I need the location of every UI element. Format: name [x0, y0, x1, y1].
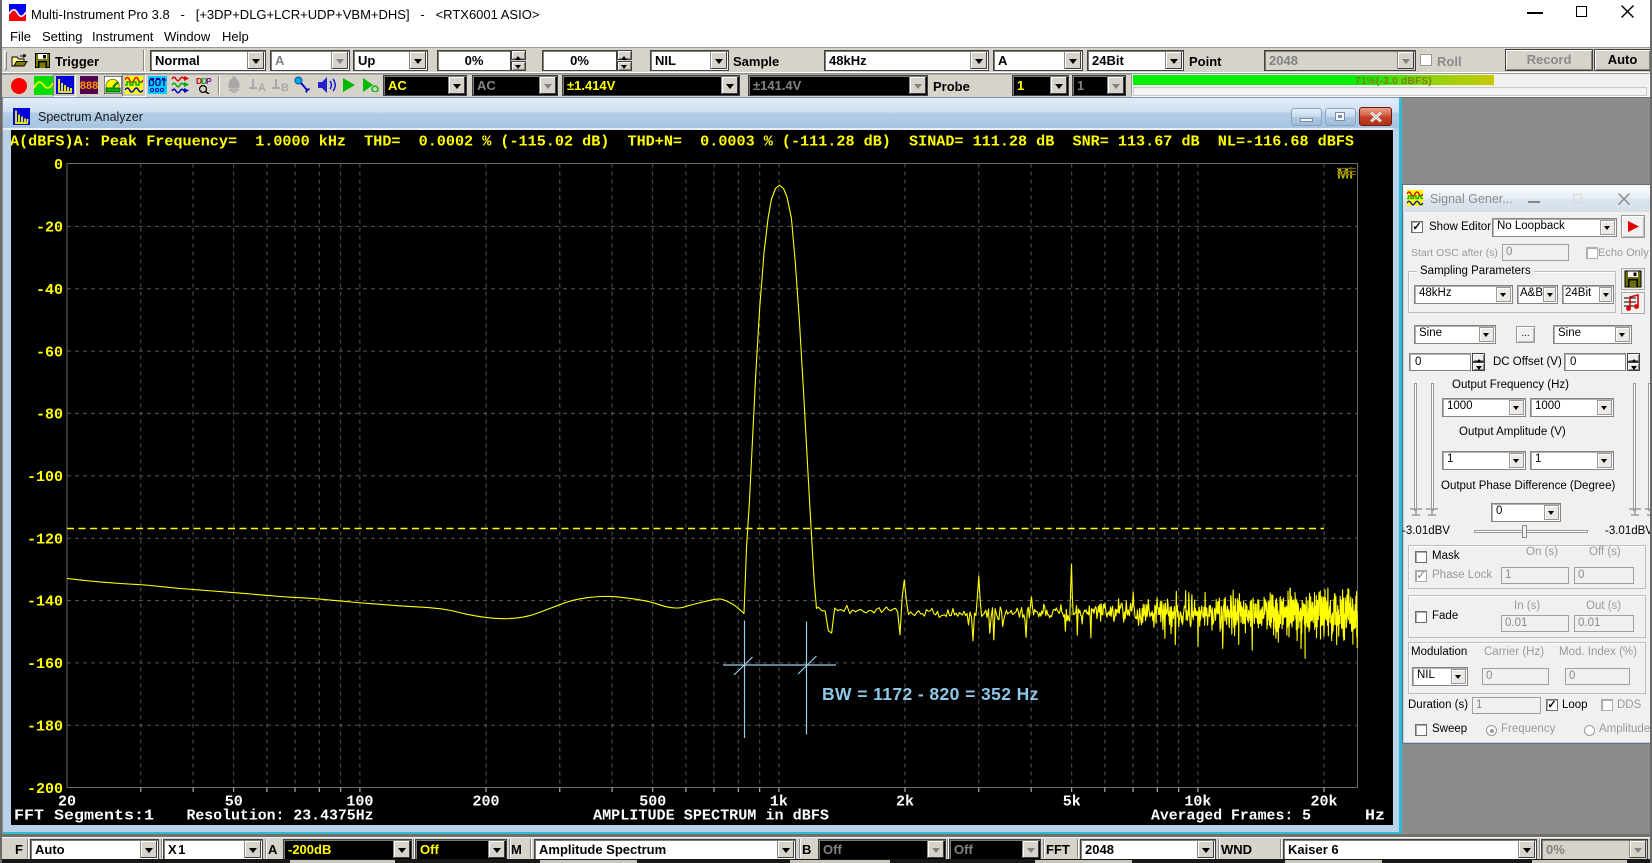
svg-text:A(dBFS)A: Peak Frequency= 1.0: A(dBFS)A: Peak Frequency= 1.0000 kHz THD… — [11, 134, 1354, 151]
svg-text:888: 888 — [80, 80, 98, 92]
svg-text:-40: -40 — [36, 282, 63, 299]
svg-text:2k: 2k — [896, 794, 914, 811]
svg-text:5k: 5k — [1063, 794, 1081, 811]
svg-text:A: A — [258, 82, 266, 94]
svg-text:200: 200 — [472, 794, 499, 811]
svg-text:Hz: Hz — [1365, 808, 1385, 825]
svg-text:FFT Segments:1: FFT Segments:1 — [14, 808, 154, 825]
svg-text:-100: -100 — [27, 469, 63, 486]
svg-text:BW = 1172 - 820 = 352 Hz: BW = 1172 - 820 = 352 Hz — [822, 684, 1039, 704]
svg-text:-160: -160 — [27, 656, 63, 673]
svg-text:Averaged Frames: 5: Averaged Frames: 5 — [1151, 808, 1311, 825]
svg-text:0: 0 — [54, 157, 63, 174]
svg-text:B: B — [281, 82, 289, 94]
svg-text:-20: -20 — [36, 220, 63, 237]
svg-text:Resolution: 23.4375Hz: Resolution: 23.4375Hz — [187, 808, 374, 825]
svg-text:P: P — [206, 76, 212, 86]
svg-text:-140: -140 — [27, 594, 63, 611]
svg-text:20k: 20k — [1310, 794, 1337, 811]
svg-text:-180: -180 — [27, 718, 63, 735]
svg-text:-60: -60 — [36, 344, 63, 361]
svg-text:AMPLITUDE SPECTRUM in dBFS: AMPLITUDE SPECTRUM in dBFS — [593, 808, 829, 825]
svg-text:-120: -120 — [27, 531, 63, 548]
svg-text:-80: -80 — [36, 407, 63, 424]
